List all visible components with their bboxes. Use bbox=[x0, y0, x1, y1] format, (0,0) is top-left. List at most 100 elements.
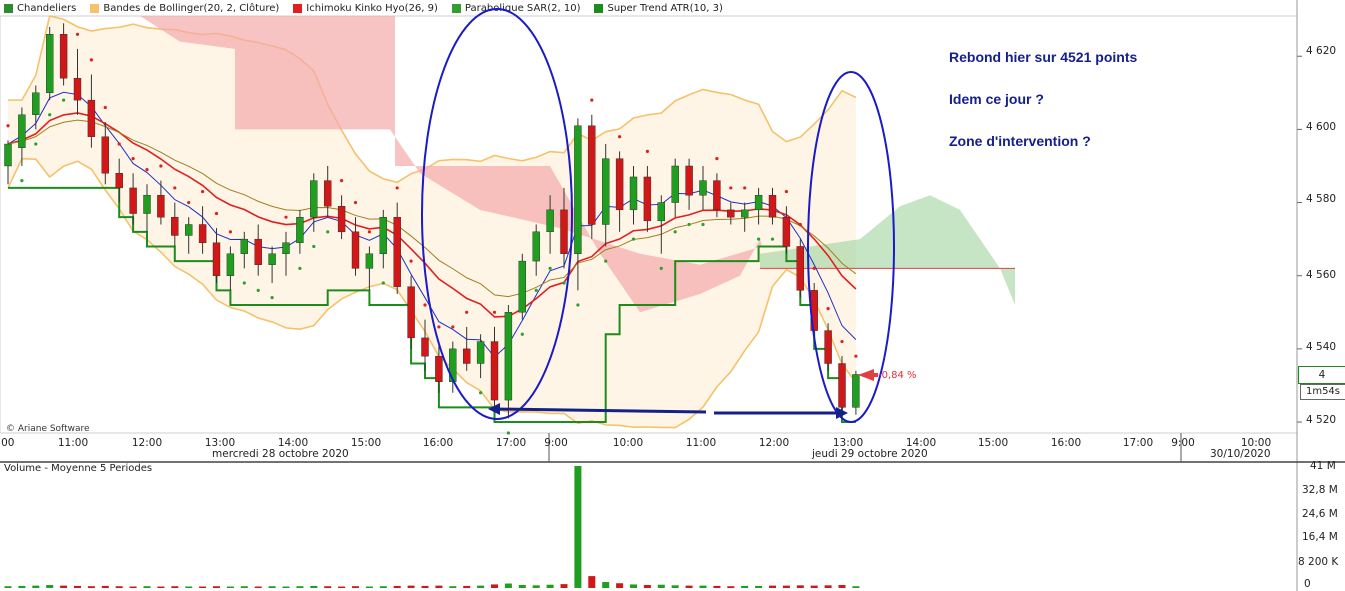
candle-body bbox=[629, 176, 638, 211]
volume-bar bbox=[769, 585, 776, 588]
volume-bar bbox=[671, 585, 679, 588]
volume-bar bbox=[824, 585, 832, 588]
time-tick-label: 12:00 bbox=[131, 437, 163, 449]
candle-body bbox=[741, 209, 749, 218]
date-label: mercredi 28 octobre 2020 bbox=[212, 448, 349, 460]
candle-body bbox=[18, 114, 26, 148]
time-tick-label: 17:00 bbox=[495, 437, 527, 449]
sar-dot bbox=[242, 281, 246, 285]
volume-bar bbox=[782, 585, 790, 588]
volume-bar bbox=[338, 586, 346, 588]
sar-dot bbox=[451, 325, 455, 329]
percent-arrow-icon bbox=[858, 369, 874, 381]
sar-dot bbox=[645, 149, 650, 153]
volume-bar bbox=[4, 586, 12, 588]
time-tick-label: 15:00 bbox=[350, 437, 382, 449]
candle-body bbox=[588, 125, 596, 225]
volume-tick-label: 24,6 M bbox=[1302, 508, 1338, 520]
volume-bar bbox=[546, 584, 554, 588]
candle-body bbox=[171, 216, 179, 236]
candle-body bbox=[254, 238, 262, 265]
sar-dot bbox=[312, 244, 316, 249]
volume-bar bbox=[101, 585, 109, 588]
candle-body bbox=[699, 180, 707, 196]
candle-body bbox=[546, 209, 554, 233]
candle-body bbox=[657, 202, 665, 222]
candle-body bbox=[713, 180, 721, 211]
candle-body bbox=[768, 195, 777, 218]
volume-bar bbox=[602, 582, 610, 588]
bollinger-fill bbox=[8, 16, 856, 428]
sar-dot bbox=[367, 230, 371, 234]
candle-body bbox=[838, 363, 846, 408]
price-tick-label: 4 560 bbox=[1306, 269, 1337, 281]
sar-dot bbox=[395, 186, 399, 190]
sar-dot bbox=[562, 281, 566, 285]
volume-bar bbox=[504, 583, 512, 588]
candle-body bbox=[32, 92, 40, 115]
volume-bar bbox=[852, 586, 860, 588]
candle-body bbox=[115, 173, 123, 189]
volume-tick-label: 41 M bbox=[1310, 460, 1336, 472]
sar-dot bbox=[187, 200, 191, 205]
candle-body bbox=[754, 195, 763, 211]
sar-dot bbox=[631, 237, 636, 241]
candle-body bbox=[101, 136, 110, 174]
sar-dot bbox=[492, 310, 497, 314]
sar-dot bbox=[743, 186, 747, 190]
sar-dot bbox=[145, 168, 149, 172]
volume-bar bbox=[296, 586, 304, 588]
volume-bar bbox=[226, 586, 234, 588]
sar-dot bbox=[159, 164, 163, 168]
price-tick-label: 4 600 bbox=[1306, 121, 1337, 133]
copyright-label: © Ariane Software bbox=[6, 424, 90, 434]
sar-dot bbox=[757, 237, 761, 241]
sar-dot bbox=[854, 354, 858, 358]
volume-bar bbox=[393, 585, 401, 588]
candle-body bbox=[518, 260, 526, 313]
candle-body bbox=[212, 242, 221, 276]
volume-bar bbox=[365, 586, 373, 588]
candle-body bbox=[532, 231, 540, 262]
time-tick-label: 17:00 bbox=[1122, 437, 1154, 449]
date-label: 30/10/2020 bbox=[1210, 448, 1271, 460]
sar-dot bbox=[89, 58, 93, 62]
sar-dot bbox=[715, 157, 719, 161]
candle-body bbox=[129, 187, 137, 214]
sar-dot bbox=[729, 186, 733, 190]
time-tick-label: 15:00 bbox=[977, 437, 1009, 449]
volume-bar bbox=[657, 584, 665, 588]
sar-dot bbox=[201, 189, 205, 194]
sar-dot bbox=[506, 431, 510, 435]
volume-bar bbox=[379, 586, 387, 588]
volume-bar bbox=[74, 585, 81, 588]
sar-dot bbox=[298, 266, 302, 270]
time-tick-label: 9:00 bbox=[544, 437, 568, 449]
time-tick-label: 16:00 bbox=[1050, 437, 1082, 449]
sar-dot bbox=[353, 200, 358, 205]
current-price-badge: 4 532,56 bbox=[1298, 366, 1345, 397]
sar-dot bbox=[340, 179, 344, 183]
sar-dot bbox=[34, 142, 38, 146]
time-tick-label: 11:00 bbox=[57, 437, 89, 449]
sar-dot bbox=[381, 281, 385, 285]
percent-change-label: -0,84 % bbox=[878, 370, 917, 381]
candle-body bbox=[157, 195, 165, 218]
sar-dot bbox=[812, 266, 816, 270]
candle-body bbox=[184, 224, 193, 236]
sar-dot bbox=[75, 32, 80, 36]
candle-body bbox=[615, 158, 624, 211]
price-chart-svg[interactable] bbox=[0, 0, 1345, 591]
chart-window: Chandeliers Bandes de Bollinger(20, 2, C… bbox=[0, 0, 1345, 591]
note-same-today: Idem ce jour ? bbox=[949, 91, 1044, 107]
time-tick-label: :00 bbox=[0, 437, 15, 449]
sar-dot bbox=[214, 211, 219, 216]
volume-bar bbox=[630, 584, 637, 588]
volume-bar bbox=[143, 586, 151, 588]
candle-body bbox=[324, 180, 332, 207]
candle-body bbox=[782, 216, 791, 247]
volume-bar bbox=[643, 585, 651, 588]
volume-bar bbox=[463, 585, 471, 588]
sar-dot bbox=[326, 230, 330, 234]
sar-dot bbox=[479, 391, 483, 395]
